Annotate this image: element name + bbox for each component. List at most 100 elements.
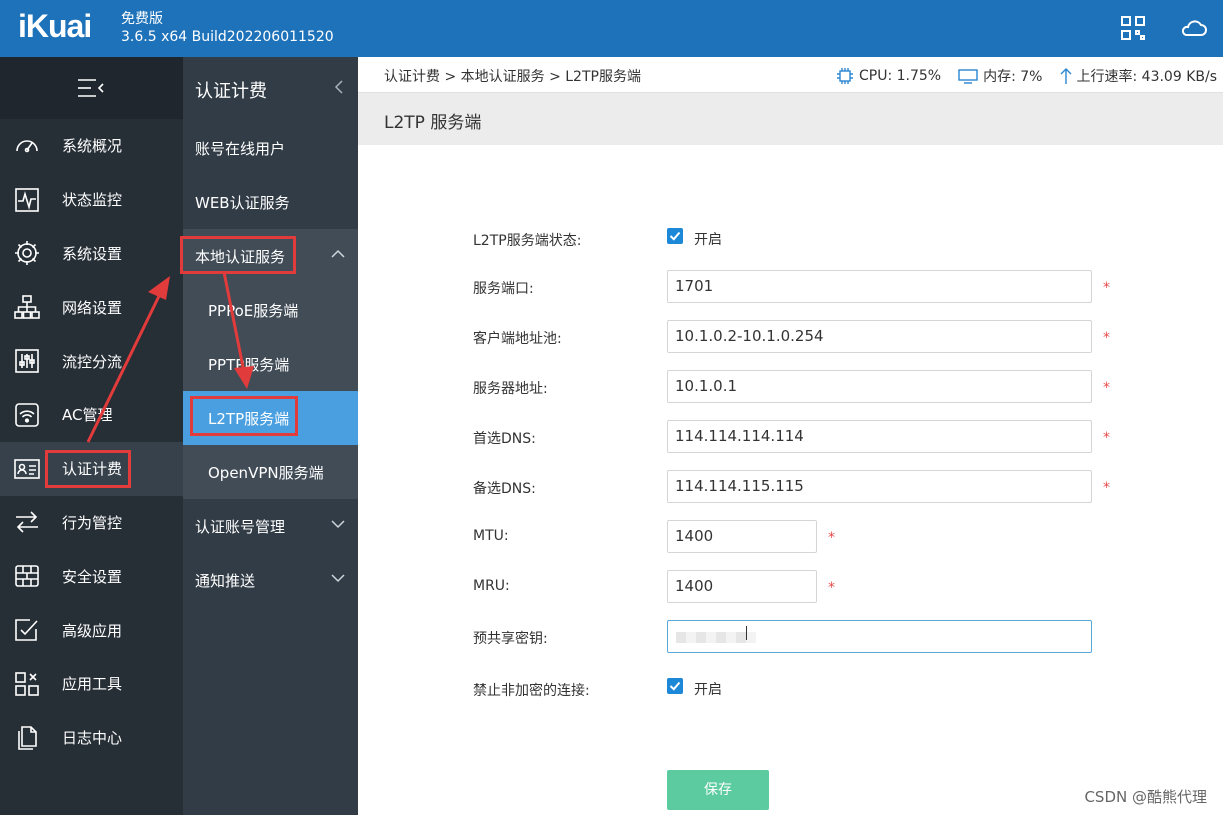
row-status: L2TP服务端状态: 开启 [358,222,1223,256]
sidebar-item-system-settings[interactable]: 系统设置 [0,227,183,281]
sidebar-item-label: AC管理 [62,406,113,425]
qrcode-icon[interactable] [1119,14,1147,42]
sub-item-label: 账号在线用户 [195,139,286,158]
primary-dns-input[interactable]: 114.114.114.114 [667,420,1092,453]
speedometer-icon [16,140,38,153]
memory-monitor-icon [958,69,978,84]
status-checkbox-label: 开启 [694,232,722,248]
sidebar-item-log-center[interactable]: 日志中心 [0,711,183,765]
sub-item-pptp-server[interactable]: PPTP服务端 [183,337,358,391]
required-mark: * [1103,280,1110,296]
chevron-down-icon [331,520,345,529]
version-label: 3.6.5 x64 Build202206011520 [121,29,334,45]
cpu-stat: CPU: 1.75% [835,67,941,85]
required-mark: * [1103,480,1110,496]
sub-item-pppoe-server[interactable]: PPPoE服务端 [183,283,358,337]
sidebar-item-label: 应用工具 [62,675,123,694]
server-address-input[interactable]: 10.1.0.1 [667,370,1092,403]
cpu-stat-text: CPU: 1.75% [859,68,942,84]
tools-grid-icon [15,672,39,696]
sidebar-item-flow-control[interactable]: 流控分流 [0,334,183,388]
memory-stat: 内存: 7% [957,66,1043,86]
sub-item-label: OpenVPN服务端 [208,463,324,482]
mru-input[interactable]: 1400 [667,570,817,603]
status-label: L2TP服务端状态: [473,233,582,249]
system-stats: CPU: 1.75% 内存: 7% 上行速率: 43.09 KB/s [819,66,1217,86]
sidebar-item-network-settings[interactable]: 网络设置 [0,280,183,334]
sidebar-item-label: 系统设置 [62,244,123,263]
row-psk: 预共享密钥: [358,620,1223,654]
required-mark: * [1103,380,1110,396]
sidebar-item-label: 流控分流 [62,352,123,371]
sidebar-item-ac-management[interactable]: AC管理 [0,388,183,442]
text-cursor [746,626,747,640]
sidebar-item-label: 系统概况 [62,137,123,156]
sub-item-label: 通知推送 [195,571,256,590]
sidebar-collapse-toggle[interactable] [0,57,183,119]
port-label: 服务端口: [473,281,534,297]
required-mark: * [828,580,835,596]
pool-label: 客户端地址池: [473,331,562,347]
arrow-up-icon [1060,68,1071,84]
breadcrumb-bar: 认证计费 > 本地认证服务 > L2TP服务端 CPU: 1.75% 内存: 7… [358,57,1223,93]
status-checkbox[interactable] [667,228,683,244]
memory-stat-text: 内存: 7% [983,69,1043,85]
secondary-dns-input[interactable]: 114.114.115.115 [667,470,1092,503]
chevron-left-icon[interactable] [334,79,344,95]
annotation-box-auth-billing [45,450,131,488]
gear-icon [15,241,39,266]
save-button[interactable]: 保存 [667,770,769,810]
sidebar-item-security-settings[interactable]: 安全设置 [0,549,183,603]
mtu-input[interactable]: 1400 [667,520,817,553]
sidebar-item-advanced-apps[interactable]: 高级应用 [0,603,183,657]
psk-label: 预共享密钥: [473,631,548,647]
sidebar-item-app-tools[interactable]: 应用工具 [0,657,183,711]
chevron-up-icon [331,249,345,258]
sidebar-item-label: 行为管控 [62,513,123,532]
ikuai-logo: iKuai [18,8,92,44]
cpu-chip-icon [837,68,853,84]
upload-stat: 上行速率: 43.09 KB/s [1059,66,1218,86]
row-dns2: 备选DNS: 114.114.115.115 * [358,470,1223,504]
sidebar-item-label: 日志中心 [62,729,123,748]
sub-item-label: PPPoE服务端 [208,301,299,320]
upload-stat-text: 上行速率: 43.09 KB/s [1076,69,1218,85]
masked-secret [676,632,756,643]
breadcrumb: 认证计费 > 本地认证服务 > L2TP服务端 [384,69,641,85]
check-screen-icon [15,619,38,641]
sub-item-label: WEB认证服务 [195,193,290,212]
sub-item-openvpn-server[interactable]: OpenVPN服务端 [183,445,358,499]
row-pool: 客户端地址池: 10.1.0.2-10.1.0.254 * [358,320,1223,354]
row-server: 服务器地址: 10.1.0.1 * [358,370,1223,404]
dns2-label: 备选DNS: [473,481,536,497]
sidebar-item-label: 安全设置 [62,567,123,586]
row-mru: MRU: 1400 * [358,570,1223,604]
no-encryption-label: 禁止非加密的连接: [473,683,590,699]
monitor-pulse-icon [15,187,39,212]
sidebar-item-behavior-control[interactable]: 行为管控 [0,496,183,550]
port-input[interactable]: 1701 [667,270,1092,303]
required-mark: * [828,530,835,546]
server-label: 服务器地址: [473,381,548,397]
address-pool-input[interactable]: 10.1.0.2-10.1.0.254 [667,320,1092,353]
sub-item-web-auth[interactable]: WEB认证服务 [183,175,358,229]
sub-item-online-users[interactable]: 账号在线用户 [183,121,358,175]
l2tp-form: L2TP服务端状态: 开启 服务端口: 1701 * 客户端地址池: 10.1.… [358,145,1223,815]
top-bar: iKuai 免费版 3.6.5 x64 Build202206011520 [0,0,1223,57]
no-encryption-checkbox[interactable] [667,678,683,694]
sidebar-item-monitor[interactable]: 状态监控 [0,173,183,227]
page-title: L2TP 服务端 [384,113,482,133]
sub-item-account-management[interactable]: 认证账号管理 [183,499,358,553]
cloud-icon[interactable] [1179,14,1207,42]
sub-sidebar: 认证计费 账号在线用户 WEB认证服务 本地认证服务 PPPoE服务端 PPTP… [183,57,358,815]
mtu-label: MTU: [473,528,509,544]
sliders-icon [15,349,39,373]
psk-input[interactable] [667,620,1092,653]
edition-label: 免费版 [121,11,163,27]
menu-collapse-icon[interactable] [77,77,105,99]
sidebar-item-overview[interactable]: 系统概况 [0,119,183,173]
main-sidebar: 系统概况 状态监控 系统设置 网络设置 流控分流 AC管理 认证计费 行为管控 … [0,57,183,815]
sub-item-notification-push[interactable]: 通知推送 [183,553,358,607]
required-mark: * [1103,330,1110,346]
required-mark: * [1103,430,1110,446]
